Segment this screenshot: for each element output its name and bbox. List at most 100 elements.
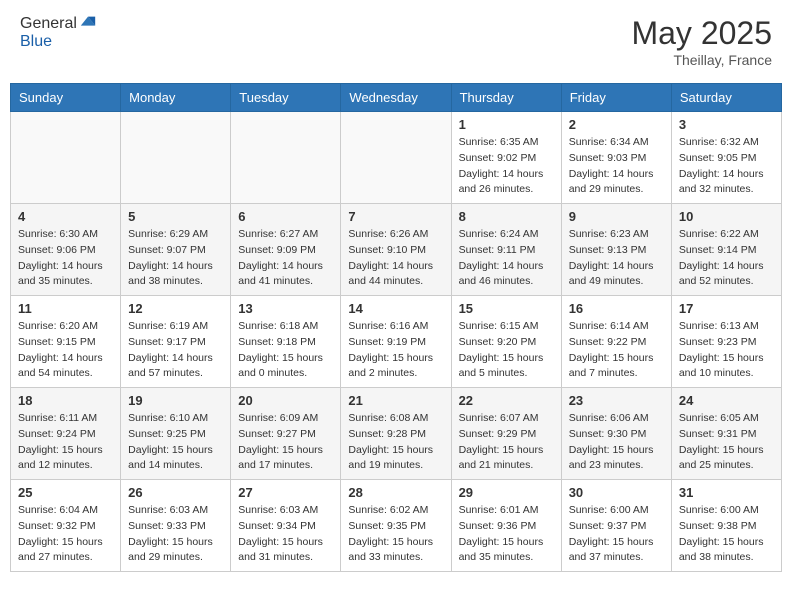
calendar-cell: 29Sunrise: 6:01 AMSunset: 9:36 PMDayligh… (451, 480, 561, 572)
day-info: Sunrise: 6:30 AMSunset: 9:06 PMDaylight:… (18, 227, 113, 290)
weekday-header-friday: Friday (561, 84, 671, 112)
day-number: 2 (569, 117, 664, 132)
day-info: Sunrise: 6:15 AMSunset: 9:20 PMDaylight:… (459, 319, 554, 382)
day-number: 28 (348, 485, 443, 500)
day-info: Sunrise: 6:18 AMSunset: 9:18 PMDaylight:… (238, 319, 333, 382)
day-info: Sunrise: 6:34 AMSunset: 9:03 PMDaylight:… (569, 135, 664, 198)
day-number: 19 (128, 393, 223, 408)
week-row-1: 1Sunrise: 6:35 AMSunset: 9:02 PMDaylight… (11, 112, 782, 204)
calendar-cell: 6Sunrise: 6:27 AMSunset: 9:09 PMDaylight… (231, 204, 341, 296)
calendar-cell: 25Sunrise: 6:04 AMSunset: 9:32 PMDayligh… (11, 480, 121, 572)
day-info: Sunrise: 6:22 AMSunset: 9:14 PMDaylight:… (679, 227, 774, 290)
day-number: 22 (459, 393, 554, 408)
day-info: Sunrise: 6:05 AMSunset: 9:31 PMDaylight:… (679, 411, 774, 474)
logo-general: General (20, 15, 77, 33)
day-number: 31 (679, 485, 774, 500)
day-number: 11 (18, 301, 113, 316)
calendar-cell: 2 Sunrise: 6:34 AMSunset: 9:03 PMDaylight… (561, 112, 671, 204)
day-number: 5 (128, 209, 223, 224)
week-row-3: 11 Sunrise: 6:20 AMSunset: 9:15 PMDayligh… (11, 296, 782, 388)
day-number: 12 (128, 301, 223, 316)
day-number: 13 (238, 301, 333, 316)
calendar-cell: 15 Sunrise: 6:15 AMSunset: 9:20 PMDayligh… (451, 296, 561, 388)
logo: General Blue (20, 15, 97, 51)
weekday-header-thursday: Thursday (451, 84, 561, 112)
day-number: 10 (679, 209, 774, 224)
weekday-header-sunday: Sunday (11, 84, 121, 112)
calendar-cell: 9Sunrise: 6:23 AMSunset: 9:13 PMDaylight… (561, 204, 671, 296)
day-number: 4 (18, 209, 113, 224)
calendar-cell: 7Sunrise: 6:26 AMSunset: 9:10 PMDaylight… (341, 204, 451, 296)
weekday-header-row: SundayMondayTuesdayWednesdayThursdayFrid… (11, 84, 782, 112)
logo-icon (79, 13, 97, 31)
day-info: Sunrise: 6:06 AMSunset: 9:30 PMDaylight:… (569, 411, 664, 474)
calendar-cell: 18Sunrise: 6:11 AMSunset: 9:24 PMDayligh… (11, 388, 121, 480)
calendar-cell: 12 Sunrise: 6:19 AMSunset: 9:17 PMDayligh… (121, 296, 231, 388)
day-number: 3 (679, 117, 774, 132)
day-number: 20 (238, 393, 333, 408)
day-info: Sunrise: 6:10 AMSunset: 9:25 PMDaylight:… (128, 411, 223, 474)
day-info: Sunrise: 6:29 AMSunset: 9:07 PMDaylight:… (128, 227, 223, 290)
day-info: Sunrise: 6:08 AMSunset: 9:28 PMDaylight:… (348, 411, 443, 474)
day-number: 26 (128, 485, 223, 500)
calendar-cell: 4 Sunrise: 6:30 AMSunset: 9:06 PMDaylight… (11, 204, 121, 296)
day-number: 14 (348, 301, 443, 316)
calendar-cell: 10 Sunrise: 6:22 AMSunset: 9:14 PMDayligh… (671, 204, 781, 296)
month-title: May 2025 (631, 15, 772, 52)
week-row-5: 25Sunrise: 6:04 AMSunset: 9:32 PMDayligh… (11, 480, 782, 572)
day-number: 15 (459, 301, 554, 316)
location: Theillay, France (631, 52, 772, 68)
calendar-cell: 27 Sunrise: 6:03 AMSunset: 9:34 PMDayligh… (231, 480, 341, 572)
day-info: Sunrise: 6:00 AMSunset: 9:37 PMDaylight:… (569, 503, 664, 566)
day-number: 9 (569, 209, 664, 224)
day-number: 27 (238, 485, 333, 500)
day-info: Sunrise: 6:20 AMSunset: 9:15 PMDaylight:… (18, 319, 113, 382)
calendar-cell (11, 112, 121, 204)
calendar-cell: 13 Sunrise: 6:18 AMSunset: 9:18 PMDayligh… (231, 296, 341, 388)
day-info: Sunrise: 6:03 AMSunset: 9:34 PMDaylight:… (238, 503, 333, 566)
calendar-cell: 28 Sunrise: 6:02 AMSunset: 9:35 PMDayligh… (341, 480, 451, 572)
day-info: Sunrise: 6:13 AMSunset: 9:23 PMDaylight:… (679, 319, 774, 382)
calendar-cell: 21Sunrise: 6:08 AMSunset: 9:28 PMDayligh… (341, 388, 451, 480)
calendar-cell (121, 112, 231, 204)
calendar-cell: 24 Sunrise: 6:05 AMSunset: 9:31 PMDayligh… (671, 388, 781, 480)
day-number: 18 (18, 393, 113, 408)
page-header: General Blue May 2025 Theillay, France (10, 10, 782, 73)
calendar-cell: 22 Sunrise: 6:07 AMSunset: 9:29 PMDayligh… (451, 388, 561, 480)
weekday-header-monday: Monday (121, 84, 231, 112)
day-info: Sunrise: 6:16 AMSunset: 9:19 PMDaylight:… (348, 319, 443, 382)
calendar: SundayMondayTuesdayWednesdayThursdayFrid… (10, 83, 782, 572)
weekday-header-saturday: Saturday (671, 84, 781, 112)
day-info: Sunrise: 6:14 AMSunset: 9:22 PMDaylight:… (569, 319, 664, 382)
day-info: Sunrise: 6:26 AMSunset: 9:10 PMDaylight:… (348, 227, 443, 290)
title-block: May 2025 Theillay, France (631, 15, 772, 68)
day-info: Sunrise: 6:02 AMSunset: 9:35 PMDaylight:… (348, 503, 443, 566)
calendar-cell: 3 Sunrise: 6:32 AMSunset: 9:05 PMDaylight… (671, 112, 781, 204)
day-info: Sunrise: 6:35 AMSunset: 9:02 PMDaylight:… (459, 135, 554, 198)
day-info: Sunrise: 6:19 AMSunset: 9:17 PMDaylight:… (128, 319, 223, 382)
calendar-cell: 17Sunrise: 6:13 AMSunset: 9:23 PMDayligh… (671, 296, 781, 388)
day-number: 8 (459, 209, 554, 224)
day-number: 30 (569, 485, 664, 500)
day-number: 23 (569, 393, 664, 408)
calendar-cell: 30 Sunrise: 6:00 AMSunset: 9:37 PMDayligh… (561, 480, 671, 572)
day-info: Sunrise: 6:00 AMSunset: 9:38 PMDaylight:… (679, 503, 774, 566)
calendar-cell: 16 Sunrise: 6:14 AMSunset: 9:22 PMDayligh… (561, 296, 671, 388)
weekday-header-wednesday: Wednesday (341, 84, 451, 112)
calendar-cell: 1Sunrise: 6:35 AMSunset: 9:02 PMDaylight… (451, 112, 561, 204)
week-row-2: 4 Sunrise: 6:30 AMSunset: 9:06 PMDaylight… (11, 204, 782, 296)
day-info: Sunrise: 6:24 AMSunset: 9:11 PMDaylight:… (459, 227, 554, 290)
day-info: Sunrise: 6:03 AMSunset: 9:33 PMDaylight:… (128, 503, 223, 566)
calendar-cell: 31 Sunrise: 6:00 AMSunset: 9:38 PMDayligh… (671, 480, 781, 572)
calendar-cell (341, 112, 451, 204)
day-number: 24 (679, 393, 774, 408)
day-number: 25 (18, 485, 113, 500)
day-number: 16 (569, 301, 664, 316)
day-info: Sunrise: 6:07 AMSunset: 9:29 PMDaylight:… (459, 411, 554, 474)
day-number: 29 (459, 485, 554, 500)
calendar-cell: 5 Sunrise: 6:29 AMSunset: 9:07 PMDaylight… (121, 204, 231, 296)
day-info: Sunrise: 6:32 AMSunset: 9:05 PMDaylight:… (679, 135, 774, 198)
calendar-cell: 23 Sunrise: 6:06 AMSunset: 9:30 PMDayligh… (561, 388, 671, 480)
day-number: 6 (238, 209, 333, 224)
week-row-4: 18Sunrise: 6:11 AMSunset: 9:24 PMDayligh… (11, 388, 782, 480)
